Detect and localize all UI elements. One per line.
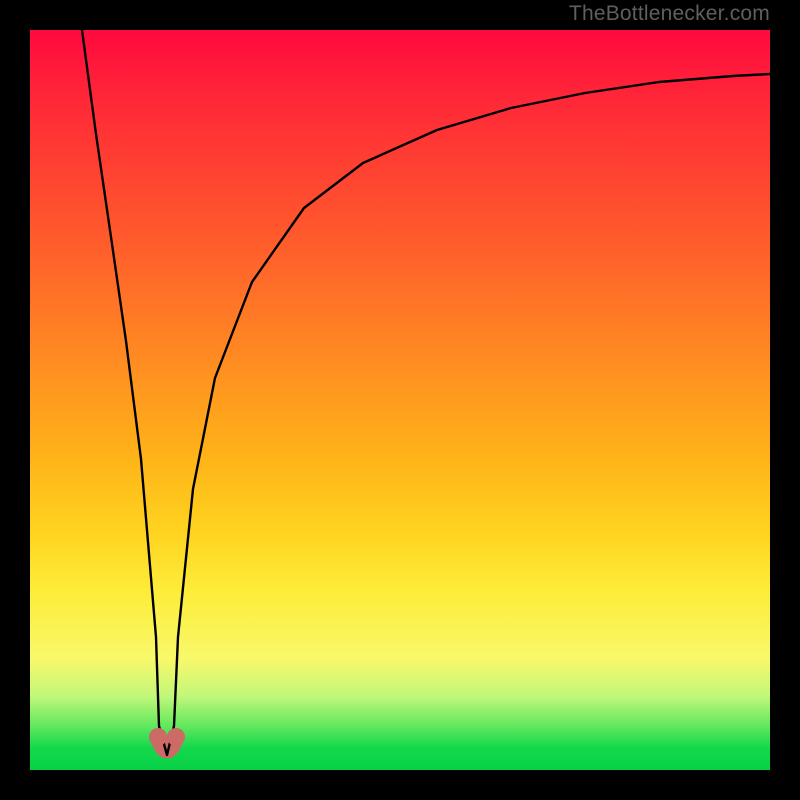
marker-right-foot: [167, 728, 185, 746]
plot-area: [30, 30, 770, 770]
bottleneck-curve: [82, 30, 770, 755]
curve-svg: [30, 30, 770, 770]
watermark-text: TheBottlenecker.com: [569, 2, 770, 26]
marker-left-foot: [149, 728, 167, 746]
outer-frame: TheBottlenecker.com: [0, 0, 800, 800]
